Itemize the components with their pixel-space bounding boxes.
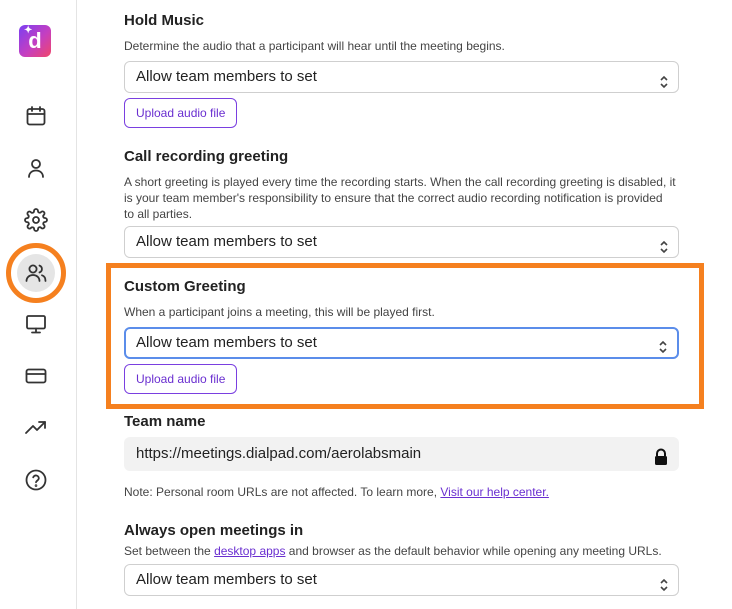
dialpad-logo[interactable]: ✦ d (19, 25, 51, 57)
call-recording-description: A short greeting is played every time th… (124, 174, 679, 222)
sidebar-item-calendar[interactable] (24, 104, 50, 130)
always-open-title: Always open meetings in (124, 522, 304, 539)
hold-music-title: Hold Music (124, 12, 205, 29)
team-name-title: Team name (124, 413, 206, 430)
always-open-desc-suffix: and browser as the default behavior whil… (285, 544, 662, 558)
question-circle-icon (25, 469, 47, 491)
sidebar-item-profile[interactable] (24, 156, 50, 182)
desktop-apps-link[interactable]: desktop apps (214, 544, 285, 558)
team-name-note: Note: Personal room URLs are not affecte… (124, 484, 679, 500)
hold-music-select[interactable]: Allow team members to set (124, 61, 679, 93)
lock-icon (652, 445, 670, 465)
trending-up-icon (25, 421, 46, 434)
sparkle-icon: ✦ (24, 25, 33, 36)
custom-greeting-highlight (106, 263, 704, 409)
chevron-updown-icon (659, 235, 669, 254)
sidebar-item-team[interactable] (6, 243, 66, 303)
chevron-updown-icon (659, 573, 669, 592)
sidebar-item-billing[interactable] (24, 364, 50, 390)
gear-icon (24, 208, 48, 232)
always-open-select[interactable]: Allow team members to set (124, 564, 679, 596)
users-icon (25, 264, 47, 282)
hold-music-upload-button[interactable]: Upload audio file (124, 98, 238, 128)
sidebar-item-display[interactable] (24, 312, 50, 338)
monitor-icon (26, 315, 46, 334)
sidebar-item-help[interactable] (24, 468, 50, 494)
always-open-desc-prefix: Set between the (124, 544, 215, 558)
call-recording-select[interactable]: Allow team members to set (124, 226, 679, 258)
sidebar-item-analytics[interactable] (24, 416, 50, 442)
sidebar-item-settings[interactable] (24, 208, 50, 234)
help-center-link[interactable]: Visit our help center. (440, 485, 549, 499)
call-recording-desc-line2: is your team member's responsibility to … (124, 191, 663, 205)
calendar-icon (26, 106, 46, 126)
team-url-value: https://meetings.dialpad.com/aerolabsmai… (136, 445, 422, 462)
user-icon (28, 159, 44, 178)
hold-music-description: Determine the audio that a participant w… (124, 39, 505, 53)
users-icon-wrap (24, 261, 48, 285)
call-recording-desc-line1: A short greeting is played every time th… (124, 175, 676, 189)
always-open-description: Set between the desktop apps and browser… (124, 543, 679, 559)
team-url-field: https://meetings.dialpad.com/aerolabsmai… (124, 437, 679, 471)
hold-music-select-value: Allow team members to set (136, 68, 317, 85)
chevron-updown-icon (659, 70, 669, 89)
team-name-note-text: Note: Personal room URLs are not affecte… (124, 485, 441, 499)
call-recording-select-value: Allow team members to set (136, 233, 317, 250)
sidebar: ✦ d (0, 0, 77, 609)
call-recording-title: Call recording greeting (124, 148, 289, 165)
always-open-select-value: Allow team members to set (136, 571, 317, 588)
call-recording-desc-line3: to all parties. (124, 207, 193, 221)
credit-card-icon (25, 368, 47, 384)
